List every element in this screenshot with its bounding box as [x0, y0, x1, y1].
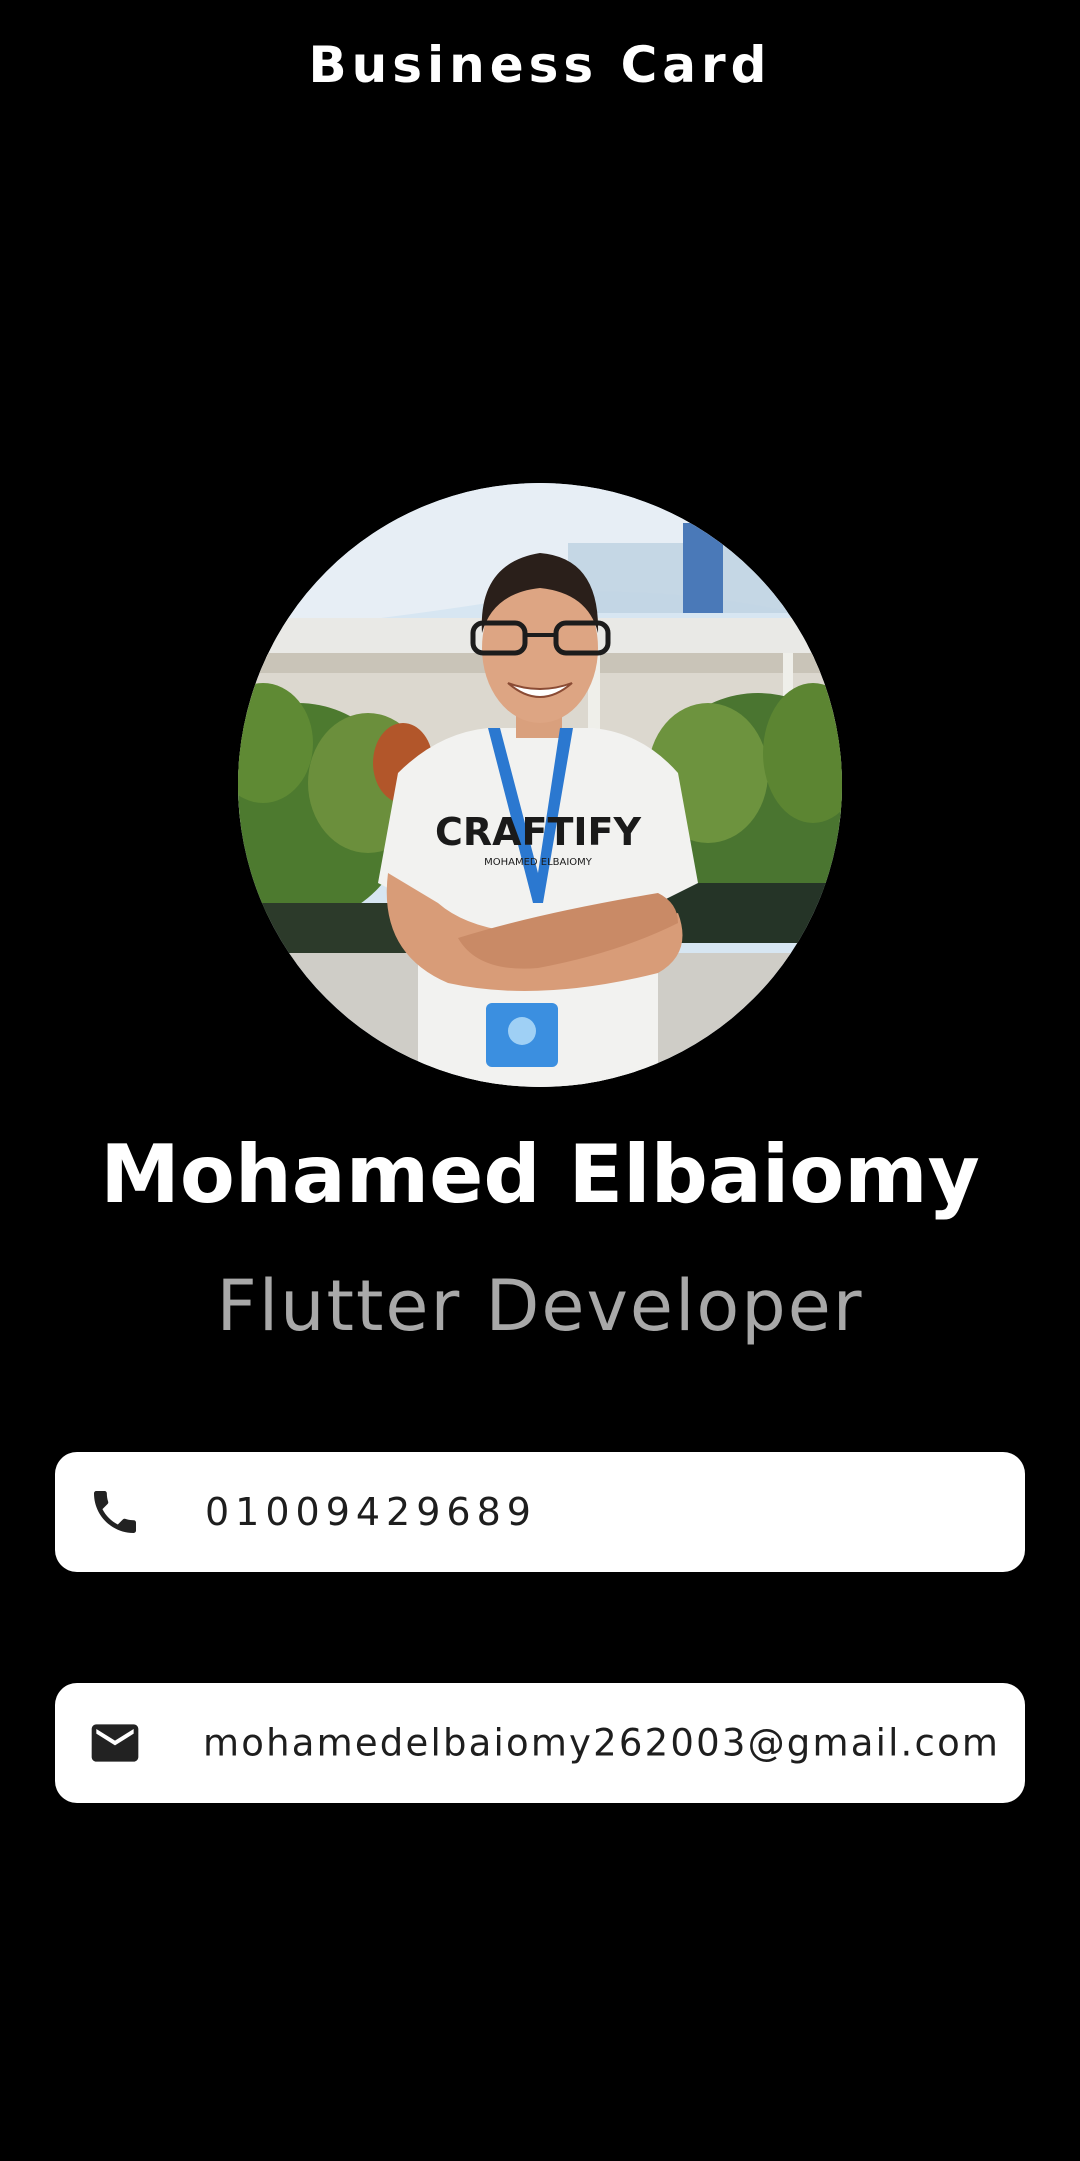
- phone-icon: [87, 1484, 143, 1540]
- profile-photo: CRAFTIFY MOHAMED ELBAIOMY: [238, 483, 842, 1087]
- phone-number: 01009429689: [205, 1490, 537, 1534]
- app-bar: Business Card: [0, 0, 1080, 130]
- phone-card[interactable]: 01009429689: [55, 1452, 1025, 1572]
- app-title: Business Card: [308, 36, 772, 94]
- person-role: Flutter Developer: [216, 1265, 864, 1347]
- mail-icon: [87, 1715, 143, 1771]
- email-card[interactable]: mohamedelbaiomy262003@gmail.com: [55, 1683, 1025, 1803]
- email-address: mohamedelbaiomy262003@gmail.com: [203, 1721, 1001, 1765]
- profile-avatar: CRAFTIFY MOHAMED ELBAIOMY: [238, 483, 842, 1087]
- shirt-subprint: MOHAMED ELBAIOMY: [484, 857, 593, 868]
- person-name: Mohamed Elbaiomy: [100, 1128, 980, 1221]
- shirt-print: CRAFTIFY: [435, 810, 642, 854]
